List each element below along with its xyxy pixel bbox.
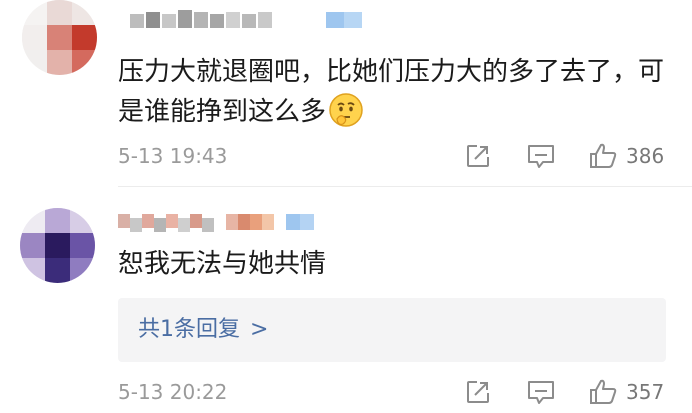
comment-item: 恕我无法与她共情 共1条回复 > 5-13 20:22 357 bbox=[0, 188, 692, 413]
comment-time: 5-13 19:43 bbox=[118, 144, 228, 168]
chevron-right-icon: > bbox=[250, 317, 269, 342]
thinking-emoji-icon bbox=[328, 92, 364, 128]
avatar[interactable] bbox=[22, 0, 97, 75]
like-icon[interactable] bbox=[588, 378, 618, 410]
username-blurred[interactable] bbox=[130, 8, 380, 32]
username-blurred[interactable] bbox=[118, 210, 338, 234]
like-icon[interactable] bbox=[588, 142, 618, 174]
comment-icon[interactable] bbox=[526, 142, 556, 174]
comment-text-content: 压力大就退圈吧，比她们压力大的多了去了，可是谁能挣到这么多 bbox=[118, 57, 665, 127]
comment-text: 恕我无法与她共情 bbox=[118, 244, 666, 284]
divider bbox=[118, 186, 692, 187]
share-icon[interactable] bbox=[464, 142, 492, 174]
reply-count-label: 共1条回复 bbox=[138, 317, 240, 342]
like-count: 386 bbox=[626, 144, 665, 168]
reply-summary-link[interactable]: 共1条回复 > bbox=[118, 298, 666, 362]
comment-icon[interactable] bbox=[526, 378, 556, 410]
comment-footer: 5-13 20:22 357 bbox=[118, 378, 688, 408]
avatar[interactable] bbox=[20, 208, 95, 283]
comment-text: 压力大就退圈吧，比她们压力大的多了去了，可是谁能挣到这么多 bbox=[118, 52, 666, 132]
like-count: 357 bbox=[626, 380, 665, 404]
share-icon[interactable] bbox=[464, 378, 492, 410]
comment-footer: 5-13 19:43 386 bbox=[118, 142, 688, 172]
comment-time: 5-13 20:22 bbox=[118, 380, 228, 404]
comment-item: 压力大就退圈吧，比她们压力大的多了去了，可是谁能挣到这么多 5-13 19:43 bbox=[0, 0, 692, 186]
comment-text-content: 恕我无法与她共情 bbox=[118, 249, 327, 279]
